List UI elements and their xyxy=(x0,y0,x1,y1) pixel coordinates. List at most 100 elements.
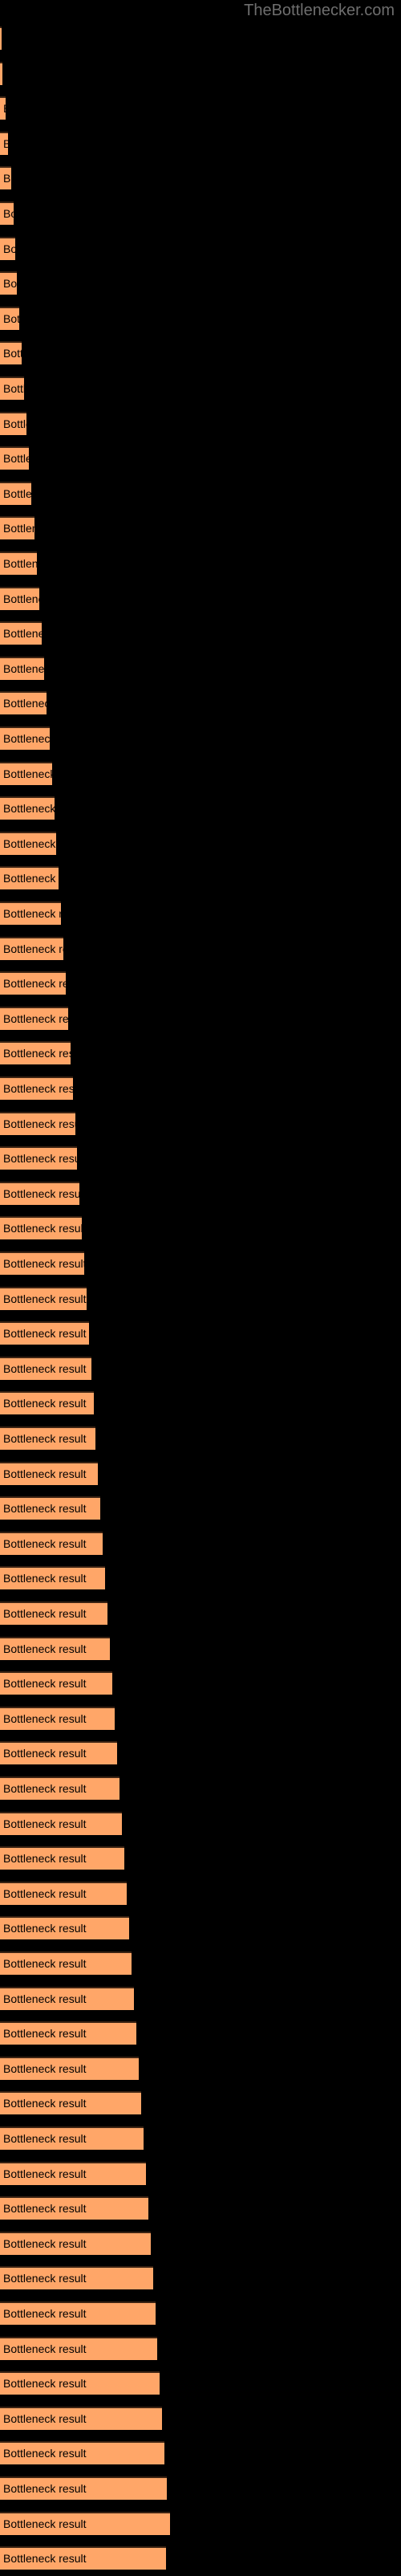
bar[interactable] xyxy=(0,1566,105,1590)
bar[interactable] xyxy=(0,1601,107,1625)
bar[interactable] xyxy=(0,621,42,645)
bar[interactable] xyxy=(0,761,52,785)
bar-row: Bottleneck result xyxy=(0,1561,401,1596)
bar-row: Bottleneck result xyxy=(0,1771,401,1806)
bar[interactable] xyxy=(0,971,66,995)
bar-row: Bottleneck result xyxy=(0,1421,401,1456)
bar[interactable] xyxy=(0,376,24,400)
bar-row: Bottleneck result xyxy=(0,2436,401,2471)
bar[interactable] xyxy=(0,481,31,505)
bar[interactable] xyxy=(0,2406,162,2430)
bar[interactable] xyxy=(0,2441,164,2465)
bar[interactable] xyxy=(0,131,8,155)
bar[interactable] xyxy=(0,2196,148,2220)
bar[interactable] xyxy=(0,1041,71,1065)
bar[interactable] xyxy=(0,61,2,85)
bar-row: Bottleneck result xyxy=(0,511,401,546)
bar[interactable] xyxy=(0,306,19,330)
bar[interactable] xyxy=(0,1426,95,1450)
bar-row: Bottleneck result xyxy=(0,1001,401,1036)
bar-row: Bottleneck result xyxy=(0,1176,401,1211)
bar[interactable] xyxy=(0,831,56,855)
bar[interactable] xyxy=(0,1986,134,2010)
bar[interactable] xyxy=(0,2301,156,2325)
bar[interactable] xyxy=(0,1636,110,1660)
bar[interactable] xyxy=(0,1916,129,1940)
bar[interactable] xyxy=(0,1496,100,1520)
bar-row: Bottleneck result xyxy=(0,756,401,792)
bar-row: Bottleneck result xyxy=(0,1981,401,2016)
bar[interactable] xyxy=(0,2336,157,2360)
bar-row: Bottleneck result xyxy=(0,1071,401,1106)
bar[interactable] xyxy=(0,2546,166,2570)
bar[interactable] xyxy=(0,1671,112,1695)
bar[interactable] xyxy=(0,1146,77,1170)
bar[interactable] xyxy=(0,2161,146,2185)
bar[interactable] xyxy=(0,1461,98,1485)
bar-row: Bottleneck result xyxy=(0,2016,401,2051)
bar[interactable] xyxy=(0,656,44,680)
bar[interactable] xyxy=(0,236,15,260)
bar[interactable] xyxy=(0,2021,136,2045)
bar-row: Bottleneck result xyxy=(0,1701,401,1736)
bar[interactable] xyxy=(0,1356,91,1380)
bar[interactable] xyxy=(0,726,50,750)
bar[interactable] xyxy=(0,2126,144,2150)
bar[interactable] xyxy=(0,516,34,540)
bar-chart: TheBottlenecker.com Bottleneck resultBot… xyxy=(0,0,401,2570)
bar-row: Bottleneck result xyxy=(0,476,401,511)
bar-row: Bottleneck result xyxy=(0,1841,401,1876)
bar[interactable] xyxy=(0,201,14,225)
bar[interactable] xyxy=(0,2266,153,2290)
bar[interactable] xyxy=(0,1006,68,1030)
bar-row: Bottleneck result xyxy=(0,406,401,442)
bar-row: Bottleneck result xyxy=(0,2506,401,2541)
bar-row: Bottleneck result xyxy=(0,1106,401,1141)
bar[interactable] xyxy=(0,1181,79,1205)
bar[interactable] xyxy=(0,866,59,890)
bar[interactable] xyxy=(0,446,29,470)
bar[interactable] xyxy=(0,2056,139,2080)
bar[interactable] xyxy=(0,2231,151,2255)
bar[interactable] xyxy=(0,1531,103,1555)
bar[interactable] xyxy=(0,936,63,960)
bar[interactable] xyxy=(0,1391,94,1415)
bar[interactable] xyxy=(0,1846,124,1870)
bar-row: Bottleneck result xyxy=(0,2191,401,2226)
bar-row: Bottleneck result xyxy=(0,1736,401,1771)
bar[interactable] xyxy=(0,341,22,365)
bar[interactable] xyxy=(0,2511,170,2535)
bar-row: Bottleneck result xyxy=(0,1631,401,1666)
bar[interactable] xyxy=(0,2091,141,2115)
bar-row: Bottleneck result xyxy=(0,196,401,231)
bar[interactable] xyxy=(0,2371,160,2395)
bar[interactable] xyxy=(0,1286,87,1310)
bar[interactable] xyxy=(0,1776,119,1800)
bar-row: Bottleneck result xyxy=(0,371,401,406)
bar[interactable] xyxy=(0,1706,115,1730)
bar[interactable] xyxy=(0,1216,82,1240)
bar-row: Bottleneck result xyxy=(0,2366,401,2401)
bar[interactable] xyxy=(0,1076,73,1100)
bar[interactable] xyxy=(0,1881,127,1905)
bar[interactable] xyxy=(0,691,47,715)
bar[interactable] xyxy=(0,26,2,50)
bar[interactable] xyxy=(0,1321,89,1345)
bar[interactable] xyxy=(0,551,37,575)
bar[interactable] xyxy=(0,1951,132,1975)
bar[interactable] xyxy=(0,586,39,610)
bar[interactable] xyxy=(0,411,26,435)
bar-row: Bottleneck result xyxy=(0,686,401,721)
bar[interactable] xyxy=(0,1111,75,1135)
bar-row: Bottleneck result xyxy=(0,2121,401,2156)
bar[interactable] xyxy=(0,1251,84,1275)
bar[interactable] xyxy=(0,901,61,925)
plot-area: Bottleneck resultBottleneck resultBottle… xyxy=(0,21,401,2570)
bar[interactable] xyxy=(0,1741,117,1765)
bar[interactable] xyxy=(0,1811,122,1835)
bar[interactable] xyxy=(0,166,11,190)
bar[interactable] xyxy=(0,2476,167,2500)
bar[interactable] xyxy=(0,96,6,120)
bar[interactable] xyxy=(0,796,55,820)
bar[interactable] xyxy=(0,271,17,295)
